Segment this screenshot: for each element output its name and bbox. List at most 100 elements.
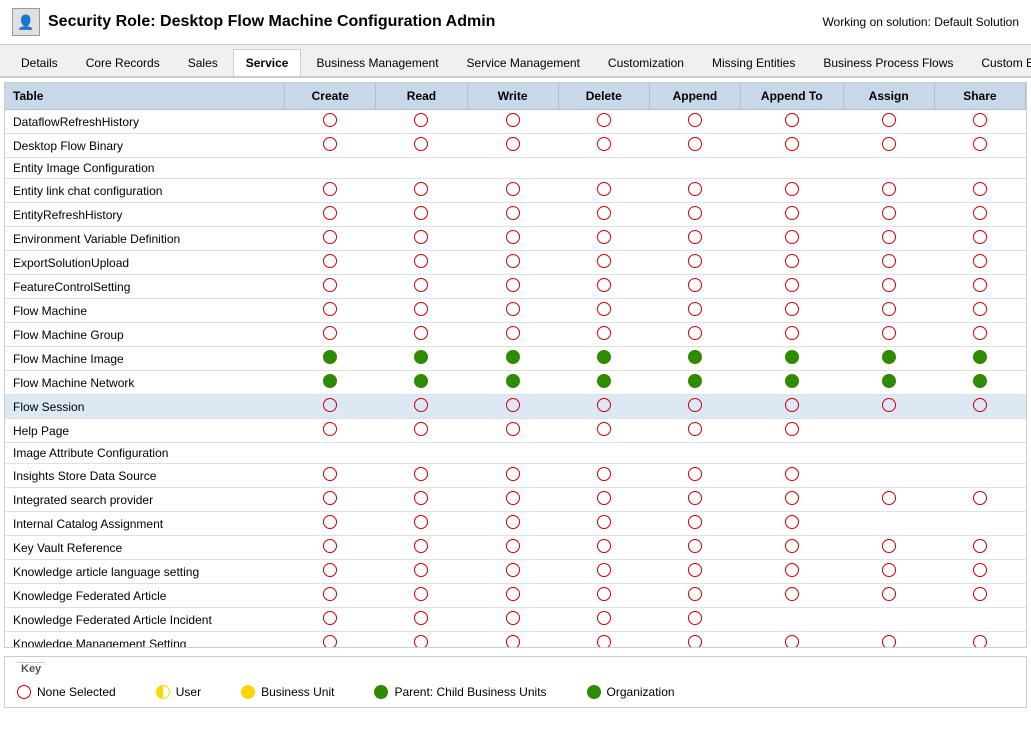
permission-cell[interactable] [843, 179, 934, 203]
permission-none-icon[interactable] [785, 467, 799, 481]
permission-cell[interactable] [558, 275, 649, 299]
table-row[interactable]: Knowledge Management Setting [5, 632, 1026, 649]
permission-cell[interactable] [376, 464, 467, 488]
permission-none-icon[interactable] [785, 491, 799, 505]
permission-cell[interactable] [376, 488, 467, 512]
permission-cell[interactable] [934, 584, 1025, 608]
permission-cell[interactable] [741, 158, 844, 179]
permission-none-icon[interactable] [597, 539, 611, 553]
permission-cell[interactable] [558, 371, 649, 395]
permission-cell[interactable] [741, 536, 844, 560]
permission-cell[interactable] [843, 395, 934, 419]
permission-cell[interactable] [649, 179, 740, 203]
permission-cell[interactable] [285, 371, 376, 395]
permission-none-icon[interactable] [882, 326, 896, 340]
permission-none-icon[interactable] [323, 113, 337, 127]
permission-cell[interactable] [843, 275, 934, 299]
permission-none-icon[interactable] [597, 302, 611, 316]
permission-cell[interactable] [285, 395, 376, 419]
permission-cell[interactable] [934, 560, 1025, 584]
permission-cell[interactable] [467, 323, 558, 347]
permission-cell[interactable] [558, 110, 649, 134]
permission-none-icon[interactable] [973, 635, 987, 648]
permission-cell[interactable] [934, 227, 1025, 251]
tab-customization[interactable]: Customization [595, 49, 697, 76]
permission-cell[interactable] [467, 443, 558, 464]
permission-cell[interactable] [843, 203, 934, 227]
permission-none-icon[interactable] [506, 137, 520, 151]
permission-cell[interactable] [467, 110, 558, 134]
permission-cell[interactable] [376, 203, 467, 227]
permission-cell[interactable] [741, 227, 844, 251]
permission-none-icon[interactable] [323, 278, 337, 292]
permission-none-icon[interactable] [973, 113, 987, 127]
permission-cell[interactable] [285, 203, 376, 227]
permission-cell[interactable] [558, 488, 649, 512]
permission-none-icon[interactable] [597, 254, 611, 268]
permission-none-icon[interactable] [882, 278, 896, 292]
permission-none-icon[interactable] [506, 539, 520, 553]
permission-none-icon[interactable] [688, 539, 702, 553]
permission-none-icon[interactable] [414, 137, 428, 151]
permission-cell[interactable] [649, 536, 740, 560]
permission-cell[interactable] [741, 608, 844, 632]
table-row[interactable]: Flow Machine Network [5, 371, 1026, 395]
table-row[interactable]: Key Vault Reference [5, 536, 1026, 560]
permission-none-icon[interactable] [688, 563, 702, 577]
permission-cell[interactable] [467, 512, 558, 536]
permission-cell[interactable] [376, 251, 467, 275]
permission-cell[interactable] [741, 299, 844, 323]
permission-org-icon[interactable] [973, 350, 987, 364]
permission-cell[interactable] [649, 395, 740, 419]
permission-none-icon[interactable] [323, 635, 337, 648]
permission-none-icon[interactable] [414, 113, 428, 127]
permission-cell[interactable] [934, 443, 1025, 464]
permission-none-icon[interactable] [414, 254, 428, 268]
permission-none-icon[interactable] [882, 302, 896, 316]
permission-none-icon[interactable] [688, 326, 702, 340]
table-row[interactable]: Flow Session [5, 395, 1026, 419]
permission-cell[interactable] [285, 560, 376, 584]
permission-cell[interactable] [558, 299, 649, 323]
permission-cell[interactable] [649, 110, 740, 134]
table-row[interactable]: Internal Catalog Assignment [5, 512, 1026, 536]
permission-org-icon[interactable] [323, 374, 337, 388]
permission-cell[interactable] [285, 110, 376, 134]
table-row[interactable]: Knowledge Federated Article Incident [5, 608, 1026, 632]
permission-none-icon[interactable] [973, 587, 987, 601]
permission-cell[interactable] [467, 608, 558, 632]
permission-none-icon[interactable] [597, 137, 611, 151]
permission-none-icon[interactable] [597, 278, 611, 292]
permission-cell[interactable] [934, 608, 1025, 632]
permission-cell[interactable] [558, 134, 649, 158]
permission-none-icon[interactable] [323, 182, 337, 196]
permission-none-icon[interactable] [973, 230, 987, 244]
permission-cell[interactable] [467, 203, 558, 227]
permission-cell[interactable] [934, 464, 1025, 488]
permission-cell[interactable] [376, 323, 467, 347]
permission-none-icon[interactable] [506, 230, 520, 244]
permission-none-icon[interactable] [323, 491, 337, 505]
permission-none-icon[interactable] [323, 611, 337, 625]
permission-cell[interactable] [467, 134, 558, 158]
permission-cell[interactable] [467, 179, 558, 203]
permission-cell[interactable] [649, 512, 740, 536]
permission-cell[interactable] [285, 512, 376, 536]
tab-sales[interactable]: Sales [175, 49, 231, 76]
permission-cell[interactable] [376, 536, 467, 560]
permission-cell[interactable] [467, 584, 558, 608]
permission-cell[interactable] [649, 134, 740, 158]
permission-cell[interactable] [843, 227, 934, 251]
permission-none-icon[interactable] [414, 515, 428, 529]
permission-cell[interactable] [741, 512, 844, 536]
permission-none-icon[interactable] [688, 254, 702, 268]
table-wrapper[interactable]: TableCreateReadWriteDeleteAppendAppend T… [4, 82, 1027, 648]
permission-cell[interactable] [843, 608, 934, 632]
permission-none-icon[interactable] [506, 635, 520, 648]
permission-cell[interactable] [649, 443, 740, 464]
permission-cell[interactable] [934, 371, 1025, 395]
permission-cell[interactable] [649, 323, 740, 347]
permission-none-icon[interactable] [785, 278, 799, 292]
permission-cell[interactable] [376, 134, 467, 158]
permission-none-icon[interactable] [414, 491, 428, 505]
